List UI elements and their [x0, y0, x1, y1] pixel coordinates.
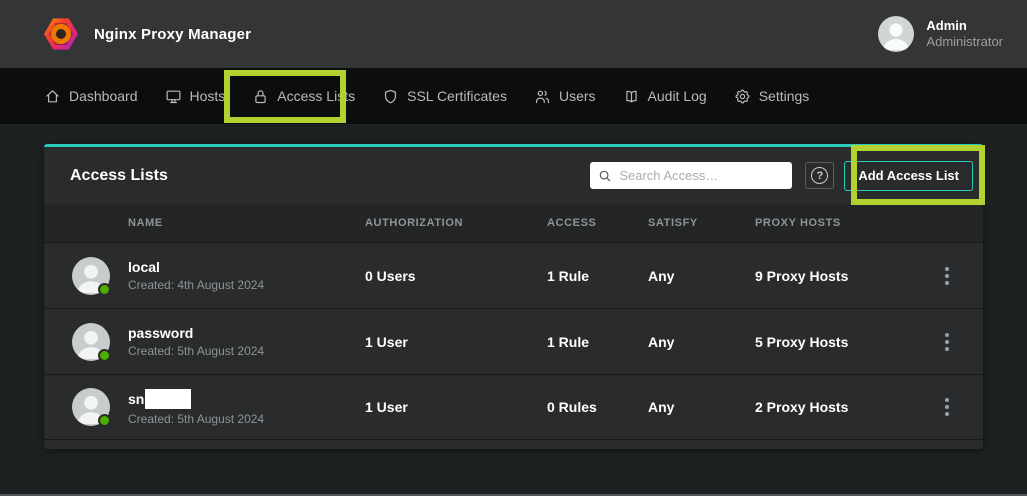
column-header-access: ACCESS — [547, 217, 648, 229]
table-row[interactable]: local Created: 4th August 2024 0 Users 1… — [44, 242, 983, 308]
satisfy-value: Any — [648, 399, 755, 415]
proxy-hosts-value: 2 Proxy Hosts — [755, 399, 927, 415]
app-logo-icon — [44, 17, 78, 51]
lock-icon — [252, 88, 269, 105]
card-header: Access Lists ? Add Access List — [44, 147, 983, 204]
person-icon — [878, 16, 914, 52]
user-avatar — [878, 16, 914, 52]
nav-item-settings[interactable]: Settings — [734, 88, 810, 105]
nav-item-access-lists[interactable]: Access Lists — [252, 88, 355, 105]
nav-label: Settings — [759, 88, 810, 104]
satisfy-value: Any — [648, 334, 755, 350]
row-actions-menu-icon[interactable] — [941, 329, 953, 355]
nav-label: Audit Log — [648, 88, 707, 104]
access-value: 1 Rule — [547, 268, 648, 284]
row-avatar — [72, 388, 110, 426]
access-value: 0 Rules — [547, 399, 648, 415]
nav-item-audit-log[interactable]: Audit Log — [623, 88, 707, 105]
row-avatar — [72, 323, 110, 361]
gear-icon — [734, 88, 751, 105]
main-nav: Dashboard Hosts Access Lists SSL Certifi… — [0, 68, 1027, 124]
table-row[interactable]: password Created: 5th August 2024 1 User… — [44, 308, 983, 374]
authorization-value: 0 Users — [365, 268, 547, 284]
nav-item-dashboard[interactable]: Dashboard — [44, 88, 138, 105]
table-header-row: NAME AUTHORIZATION ACCESS SATISFY PROXY … — [44, 204, 983, 242]
nav-item-hosts[interactable]: Hosts — [165, 88, 226, 105]
satisfy-value: Any — [648, 268, 755, 284]
user-role: Administrator — [926, 34, 1003, 50]
search-icon — [598, 169, 612, 183]
search-input[interactable] — [619, 168, 784, 183]
row-actions-menu-icon[interactable] — [941, 394, 953, 420]
access-lists-card: Access Lists ? Add Access List NAME AUTH… — [44, 144, 983, 449]
access-list-name: password — [128, 325, 365, 341]
app-title: Nginx Proxy Manager — [94, 26, 251, 43]
created-date: Created: 5th August 2024 — [128, 412, 365, 426]
nav-label: Hosts — [190, 88, 226, 104]
nav-item-users[interactable]: Users — [534, 88, 596, 105]
authorization-value: 1 User — [365, 399, 547, 415]
column-header-satisfy: SATISFY — [648, 217, 755, 229]
page-title: Access Lists — [70, 167, 590, 185]
proxy-hosts-value: 5 Proxy Hosts — [755, 334, 927, 350]
question-mark-icon: ? — [811, 167, 828, 184]
access-list-name: local — [128, 259, 365, 275]
online-status-dot — [98, 414, 111, 427]
nav-item-ssl-certificates[interactable]: SSL Certificates — [382, 88, 507, 105]
redaction-box — [145, 389, 191, 409]
column-header-proxy-hosts: PROXY HOSTS — [755, 217, 927, 229]
column-header-authorization: AUTHORIZATION — [365, 217, 547, 229]
search-box — [590, 162, 792, 189]
created-date: Created: 4th August 2024 — [128, 278, 365, 292]
column-header-name: NAME — [128, 217, 365, 229]
nav-label: Access Lists — [277, 88, 355, 104]
book-icon — [623, 88, 640, 105]
home-icon — [44, 88, 61, 105]
row-actions-menu-icon[interactable] — [941, 263, 953, 289]
users-icon — [534, 88, 551, 105]
authorization-value: 1 User — [365, 334, 547, 350]
nav-label: SSL Certificates — [407, 88, 507, 104]
table-row[interactable]: sn Created: 5th August 2024 1 User 0 Rul… — [44, 374, 983, 440]
created-date: Created: 5th August 2024 — [128, 344, 365, 358]
access-list-name: sn — [128, 391, 144, 407]
user-menu[interactable]: Admin Administrator — [878, 16, 1003, 52]
top-header: Nginx Proxy Manager Admin Administrator — [0, 0, 1027, 68]
nginx-proxy-manager-window: Nginx Proxy Manager Admin Administrator … — [0, 0, 1027, 496]
row-avatar — [72, 257, 110, 295]
shield-icon — [382, 88, 399, 105]
add-access-list-button[interactable]: Add Access List — [844, 161, 973, 191]
access-value: 1 Rule — [547, 334, 648, 350]
help-button[interactable]: ? — [805, 162, 834, 189]
monitor-icon — [165, 88, 182, 105]
online-status-dot — [98, 283, 111, 296]
nav-label: Users — [559, 88, 596, 104]
nav-label: Dashboard — [69, 88, 138, 104]
user-name: Admin — [926, 18, 1003, 34]
online-status-dot — [98, 349, 111, 362]
proxy-hosts-value: 9 Proxy Hosts — [755, 268, 927, 284]
